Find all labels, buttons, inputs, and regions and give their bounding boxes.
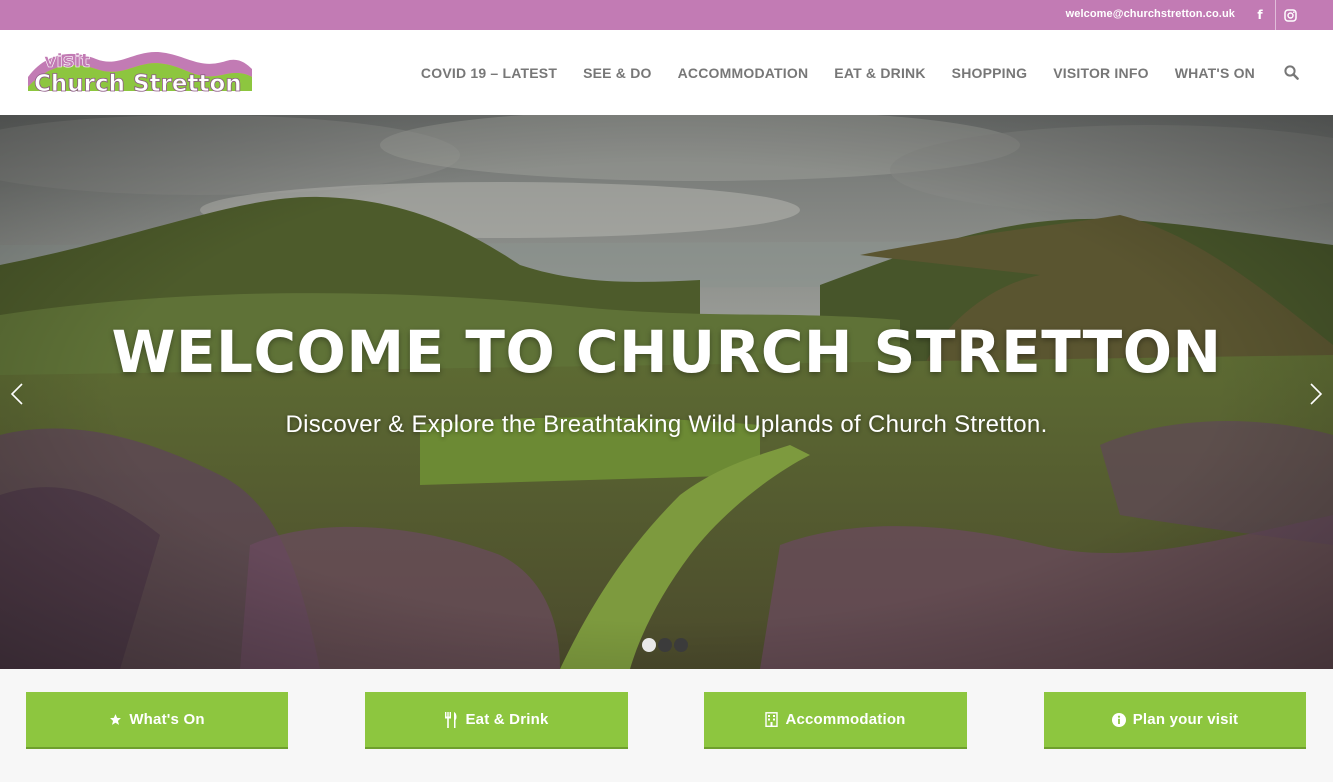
plan-visit-button[interactable]: Plan your visit	[1044, 692, 1306, 749]
building-icon	[765, 712, 779, 727]
nav-item-accommodation[interactable]: ACCOMMODATION	[678, 65, 809, 81]
hero-landscape-image	[0, 115, 1333, 669]
plan-visit-label: Plan your visit	[1132, 711, 1239, 728]
nav-item-eat-drink[interactable]: EAT & DRINK	[834, 65, 925, 81]
accommodation-button[interactable]: Accommodation	[704, 692, 967, 749]
chevron-right-icon	[1310, 383, 1323, 405]
top-bar: welcome@churchstretton.co.uk f	[0, 0, 1333, 30]
slider-dot[interactable]	[642, 638, 656, 652]
cutlery-icon	[444, 711, 458, 728]
logo-text-name: Church Stretton	[34, 71, 242, 97]
search-icon[interactable]	[1283, 65, 1299, 81]
quick-links-bar: What's On Eat & Drink Accommodation Plan…	[0, 669, 1333, 782]
eat-drink-button[interactable]: Eat & Drink	[365, 692, 628, 749]
site-header: visit Church Stretton COVID 19 – LATEST …	[0, 30, 1333, 115]
eat-drink-label: Eat & Drink	[465, 711, 549, 728]
hero-subtitle: Discover & Explore the Breathtaking Wild…	[285, 411, 1048, 438]
whats-on-label: What's On	[129, 711, 205, 728]
hero-slider: WELCOME TO CHURCH STRETTON Discover & Ex…	[0, 115, 1333, 669]
nav-item-covid[interactable]: COVID 19 – LATEST	[421, 65, 557, 81]
chevron-left-icon	[10, 383, 23, 405]
info-icon	[1111, 712, 1126, 727]
contact-email-link[interactable]: welcome@churchstretton.co.uk	[1066, 8, 1235, 20]
facebook-icon[interactable]: f	[1245, 0, 1275, 30]
site-logo[interactable]: visit Church Stretton	[26, 47, 252, 97]
hero-title: WELCOME TO CHURCH STRETTON	[111, 318, 1222, 386]
slider-dot[interactable]	[674, 638, 688, 652]
logo-text-visit: visit	[44, 50, 90, 72]
slider-next-arrow[interactable]	[1301, 379, 1331, 409]
whats-on-button[interactable]: What's On	[26, 692, 288, 749]
nav-item-shopping[interactable]: SHOPPING	[952, 65, 1028, 81]
main-navigation: COVID 19 – LATEST SEE & DO ACCOMMODATION…	[395, 30, 1299, 115]
slider-dot[interactable]	[658, 638, 672, 652]
nav-item-see-do[interactable]: SEE & DO	[583, 65, 652, 81]
slider-prev-arrow[interactable]	[2, 379, 32, 409]
star-icon	[109, 713, 122, 726]
accommodation-label: Accommodation	[785, 711, 906, 728]
instagram-icon[interactable]	[1275, 0, 1305, 30]
nav-item-visitor-info[interactable]: VISITOR INFO	[1053, 65, 1149, 81]
slider-pagination	[642, 638, 688, 652]
nav-item-whats-on[interactable]: WHAT'S ON	[1175, 65, 1255, 81]
